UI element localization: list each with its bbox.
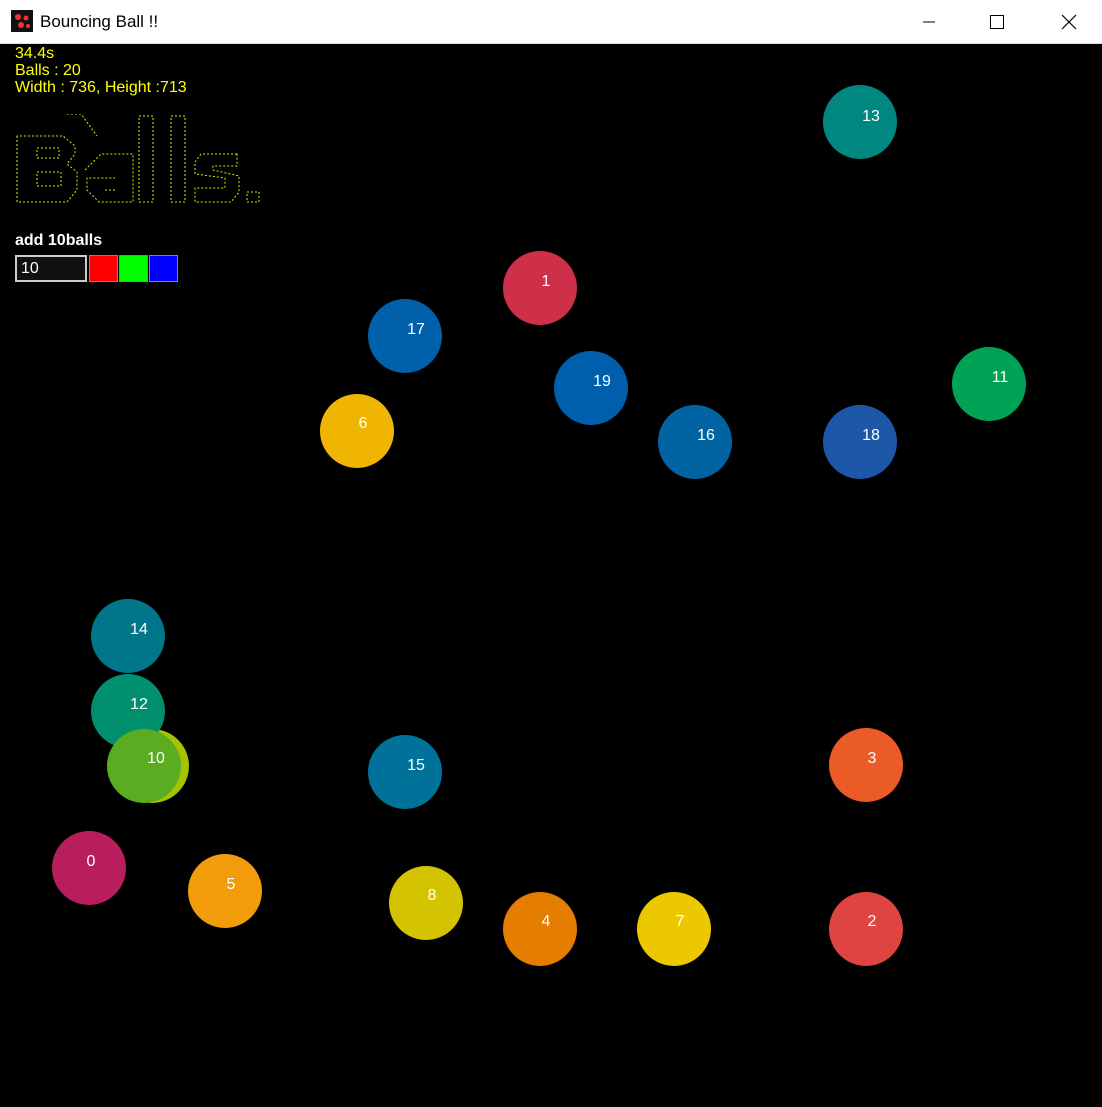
red-color-button[interactable] <box>89 255 118 282</box>
ball-label-0: 0 <box>86 853 96 870</box>
ball-count-input[interactable] <box>15 255 87 282</box>
blue-color-button[interactable] <box>149 255 178 282</box>
add-balls-label: add 10balls <box>15 232 103 249</box>
maximize-icon <box>990 15 1004 29</box>
canvas-size: Width : 736, Height :713 <box>15 79 187 96</box>
ball-label-5: 5 <box>226 876 236 893</box>
ball-label-13: 13 <box>862 108 880 125</box>
ball-label-18: 18 <box>862 427 880 444</box>
ball-label-6: 6 <box>358 415 368 432</box>
close-icon <box>1061 14 1077 30</box>
ball-label-7: 7 <box>675 913 685 930</box>
ball-label-17: 17 <box>407 321 425 338</box>
ball-label-10: 10 <box>147 750 165 767</box>
close-button[interactable] <box>1046 0 1092 44</box>
ball-label-19: 19 <box>593 373 611 390</box>
app-icon <box>11 10 33 32</box>
ball-label-12: 12 <box>130 696 148 713</box>
ball-label-2: 2 <box>867 913 877 930</box>
ball-label-4: 4 <box>541 913 551 930</box>
game-canvas: 34.4s Balls : 20 Width : 736, Height :71… <box>0 44 1102 1107</box>
ball-label-16: 16 <box>697 427 715 444</box>
ball-label-14: 14 <box>130 621 148 638</box>
minimize-icon <box>923 21 935 23</box>
ball-count: Balls : 20 <box>15 62 81 79</box>
ball-label-8: 8 <box>427 887 437 904</box>
green-color-button[interactable] <box>119 255 148 282</box>
title-bar: Bouncing Ball !! <box>0 0 1102 44</box>
ball-label-3: 3 <box>867 750 877 767</box>
minimize-button[interactable] <box>906 0 952 44</box>
ball-label-15: 15 <box>407 757 425 774</box>
ball-label-11: 11 <box>991 369 1009 386</box>
maximize-button[interactable] <box>974 0 1020 44</box>
ball-label-1: 1 <box>541 273 551 290</box>
balls-logo <box>16 114 260 203</box>
elapsed-time: 34.4s <box>15 45 55 62</box>
window-title: Bouncing Ball !! <box>40 12 159 31</box>
